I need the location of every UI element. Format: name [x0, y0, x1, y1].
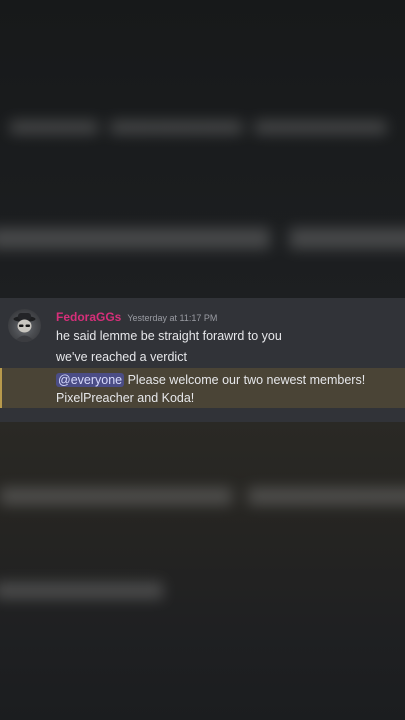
blurred-text-shape: ▬▬▬▬ ▬▬▬▬: [0, 186, 405, 264]
blurred-text-shape: ▬▬▬: [0, 548, 163, 611]
video-frame: ▬▬ ▬▬▬ ▬▬▬ ▬▬▬▬ ▬▬▬▬ FedoraGGs Yesterday…: [0, 0, 405, 720]
message-header: FedoraGGs Yesterday at 11:17 PM: [56, 310, 217, 326]
message-line-4: PixelPreacher and Koda!: [56, 391, 195, 405]
message-line-3: @everyone Please welcome our two newest …: [56, 371, 365, 389]
chat-message-panel: FedoraGGs Yesterday at 11:17 PM he said …: [0, 298, 405, 422]
username[interactable]: FedoraGGs: [56, 310, 121, 324]
blurred-background-top: ▬▬ ▬▬▬ ▬▬▬ ▬▬▬▬ ▬▬▬▬: [0, 0, 405, 298]
blurred-text-shape: ▬▬▬▬ ▬▬▬ ▬▬: [0, 453, 405, 518]
message-timestamp[interactable]: Yesterday at 11:17 PM: [127, 313, 217, 323]
blurred-text-shape: ▬▬ ▬▬▬ ▬▬▬: [10, 95, 387, 144]
everyone-mention[interactable]: @everyone: [56, 373, 125, 387]
message-line-2: we've reached a verdict: [56, 350, 187, 364]
fedora-avatar-icon: [13, 313, 36, 342]
user-avatar[interactable]: [8, 309, 41, 342]
welcome-text: Please welcome our two newest members!: [124, 373, 366, 387]
blurred-background-bottom: ▬▬▬▬ ▬▬▬ ▬▬ ▬▬▬: [0, 422, 405, 720]
message-line-1: he said lemme be straight forawrd to you: [56, 329, 282, 343]
